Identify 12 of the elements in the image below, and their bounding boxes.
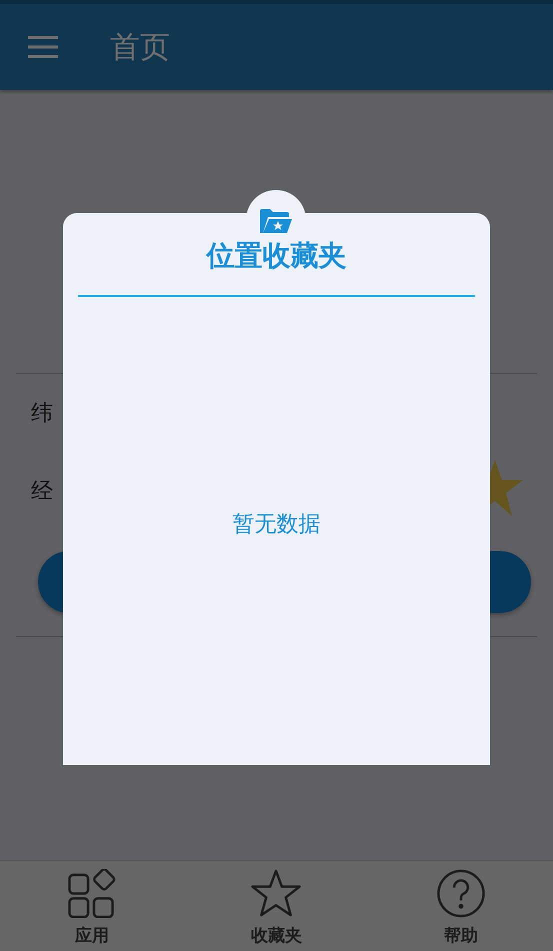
field-label: 经 (31, 478, 53, 506)
field-label: 纬 (31, 400, 53, 428)
nav-tab[interactable]: 应用 (32, 861, 152, 951)
page-title: 首页 (110, 28, 170, 66)
apps-icon (67, 869, 118, 918)
help-icon (436, 869, 486, 918)
empty-message: 暂无数据 (232, 511, 320, 539)
star-icon (251, 869, 302, 918)
nav-tab[interactable]: 收藏夹 (216, 861, 336, 951)
nav-tab[interactable]: 帮助 (400, 861, 521, 951)
menu-icon[interactable] (28, 36, 58, 58)
dialog-title: 位置收藏夹 (206, 238, 346, 274)
